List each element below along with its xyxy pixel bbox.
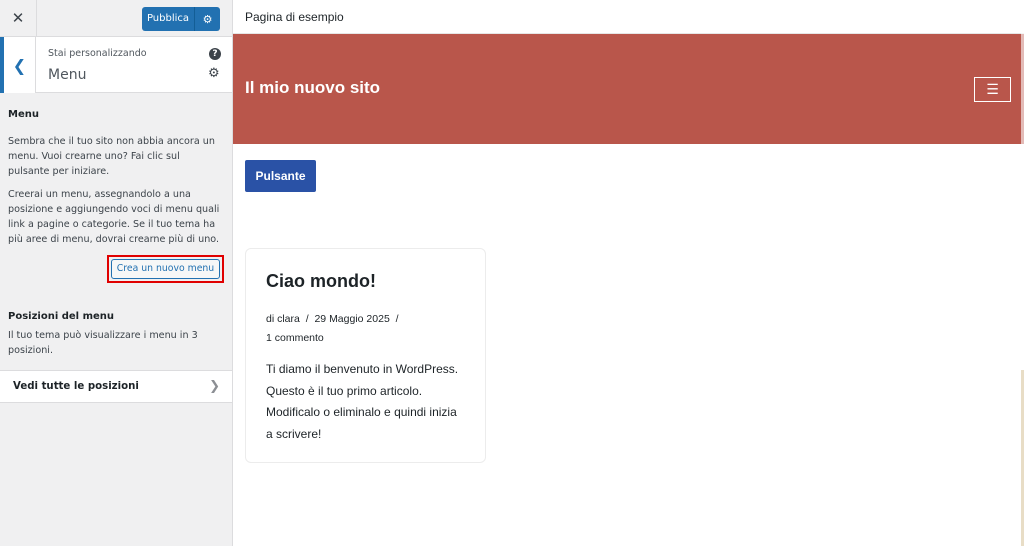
panel-description-text: Creerai un menu, assegnandolo a una posi… bbox=[8, 189, 220, 245]
section-title: Menu bbox=[48, 67, 87, 83]
post-title[interactable]: Ciao mondo! bbox=[266, 271, 465, 292]
positions-heading: Posizioni del menu bbox=[8, 311, 115, 322]
post-card: Ciao mondo! di clara / 29 Maggio 2025 / … bbox=[245, 248, 486, 463]
view-all-positions-label: Vedi tutte le posizioni bbox=[13, 381, 139, 392]
meta-separator: / bbox=[305, 313, 309, 325]
meta-separator: / bbox=[395, 313, 399, 325]
post-author[interactable]: di clara bbox=[266, 313, 300, 325]
publish-settings-gear-icon[interactable]: ⚙ bbox=[194, 7, 220, 31]
post-meta: di clara / 29 Maggio 2025 / 1 commento bbox=[266, 310, 465, 348]
close-icon[interactable]: ✕ bbox=[0, 0, 37, 36]
view-all-positions-item[interactable]: Vedi tutte le posizioni ❯ bbox=[0, 370, 232, 403]
pulsante-button[interactable]: Pulsante bbox=[245, 160, 316, 192]
panel-intro-text: Sembra che il tuo sito non abbia ancora … bbox=[8, 136, 215, 177]
positions-description: Il tuo tema può visualizzare i menu in 3… bbox=[8, 330, 198, 356]
panel-heading: Menu bbox=[8, 109, 39, 120]
site-preview: Pagina di esempio Il mio nuovo sito ☰ Pu… bbox=[233, 0, 1024, 546]
site-title[interactable]: Il mio nuovo sito bbox=[245, 78, 380, 98]
publish-group: Pubblica ⚙ bbox=[142, 7, 220, 31]
back-chevron-left-icon[interactable]: ❮ bbox=[0, 37, 36, 93]
post-comments-link[interactable]: 1 commento bbox=[266, 332, 324, 344]
customizing-label: Stai personalizzando bbox=[48, 48, 147, 59]
customizer-topbar: ✕ Pubblica ⚙ bbox=[0, 0, 232, 37]
publish-button[interactable]: Pubblica bbox=[142, 7, 194, 31]
section-header: ❮ Stai personalizzando Menu ? bbox=[0, 37, 232, 93]
section-settings-gear-icon[interactable]: ⚙ bbox=[208, 66, 220, 81]
hamburger-menu-icon[interactable]: ☰ bbox=[974, 77, 1011, 102]
create-menu-highlight: Crea un nuovo menu bbox=[107, 255, 224, 283]
preview-page-label[interactable]: Pagina di esempio bbox=[233, 0, 1024, 34]
post-excerpt: Ti diamo il benvenuto in WordPress. Ques… bbox=[266, 362, 459, 441]
site-header: Il mio nuovo sito ☰ bbox=[233, 34, 1024, 144]
customizer-sidebar: ✕ Pubblica ⚙ ❮ Stai personalizzando Menu… bbox=[0, 0, 233, 546]
create-new-menu-button[interactable]: Crea un nuovo menu bbox=[111, 259, 220, 279]
chevron-right-icon: ❯ bbox=[209, 379, 220, 394]
menu-panel: Menu Sembra che il tuo sito non abbia an… bbox=[0, 107, 232, 358]
post-date[interactable]: 29 Maggio 2025 bbox=[314, 313, 389, 325]
create-menu-wrap: Crea un nuovo menu bbox=[8, 255, 224, 283]
help-icon[interactable]: ? bbox=[209, 48, 221, 60]
